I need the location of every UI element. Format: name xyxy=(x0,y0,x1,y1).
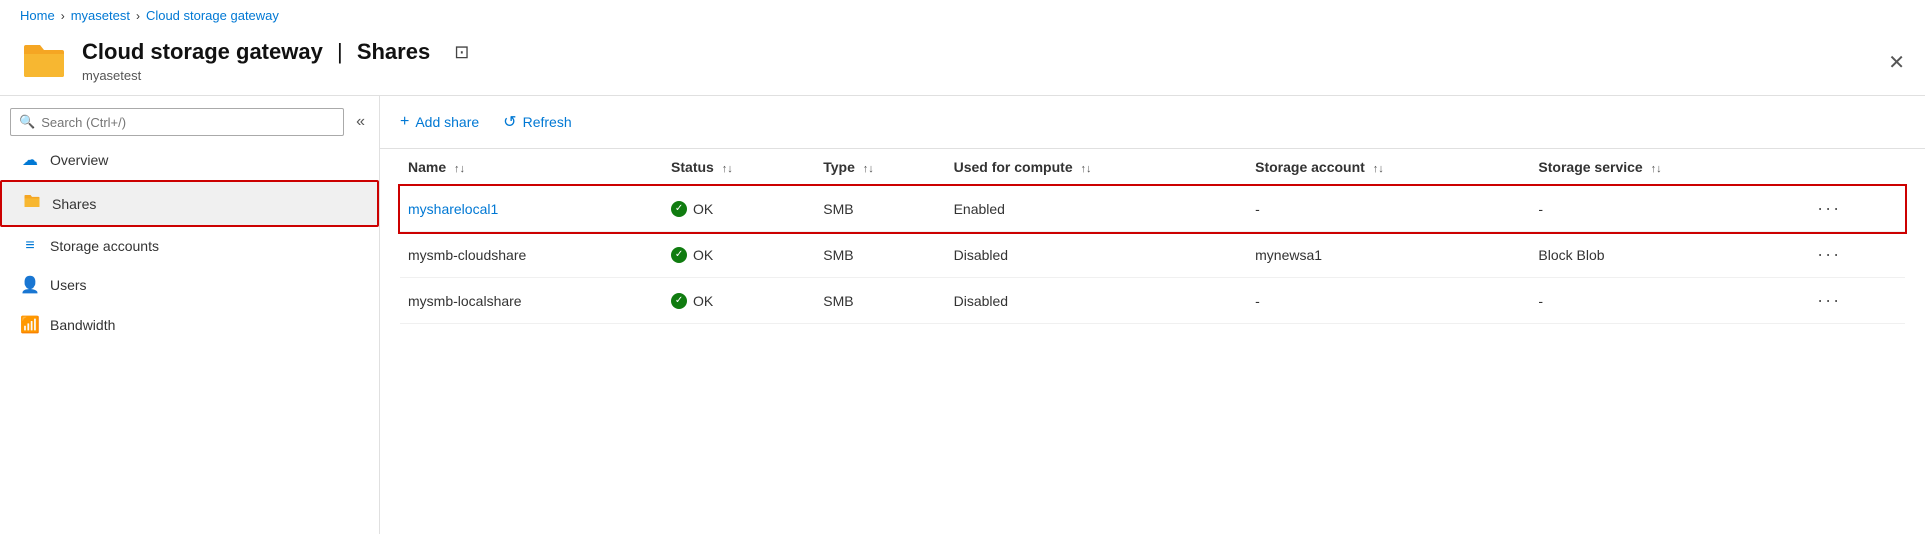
col-storage-service[interactable]: Storage service ↑↓ xyxy=(1530,149,1803,186)
breadcrumb: Home › myasetest › Cloud storage gateway xyxy=(0,0,1925,31)
wifi-icon: 📶 xyxy=(20,315,40,335)
cell-type: SMB xyxy=(815,232,945,278)
ellipsis-button[interactable]: ··· xyxy=(1811,242,1847,267)
refresh-label: Refresh xyxy=(523,114,572,130)
cell-type: SMB xyxy=(815,278,945,324)
table-row[interactable]: mysharelocal1✓OKSMBEnabled--··· xyxy=(400,186,1905,232)
table-row[interactable]: mysmb-localshare✓OKSMBDisabled--··· xyxy=(400,278,1905,324)
content-area: + Add share ↺ Refresh Name ↑↓ S xyxy=(380,96,1925,534)
col-used-for-compute[interactable]: Used for compute ↑↓ xyxy=(946,149,1248,186)
cell-storage-account: - xyxy=(1247,186,1530,232)
add-share-button[interactable]: + Add share xyxy=(400,109,479,135)
sort-name-icon[interactable]: ↑↓ xyxy=(454,163,465,175)
toolbar: + Add share ↺ Refresh xyxy=(380,96,1925,149)
cell-actions[interactable]: ··· xyxy=(1803,278,1905,324)
sidebar-item-shares[interactable]: Shares xyxy=(0,180,379,227)
status-text: OK xyxy=(693,201,713,217)
breadcrumb-current[interactable]: Cloud storage gateway xyxy=(146,8,279,23)
page-header: Cloud storage gateway | Shares ⊡ myasete… xyxy=(0,31,1925,96)
cell-status: ✓ OK xyxy=(663,278,815,324)
page-title: Cloud storage gateway | Shares xyxy=(82,39,430,65)
status-text: OK xyxy=(693,247,713,263)
sort-storage-service-icon[interactable]: ↑↓ xyxy=(1651,163,1662,175)
ellipsis-button[interactable]: ··· xyxy=(1811,196,1847,221)
cloud-icon: ☁ xyxy=(20,150,40,170)
search-icon: 🔍 xyxy=(19,114,35,130)
breadcrumb-resource[interactable]: myasetest xyxy=(71,8,130,23)
col-type[interactable]: Type ↑↓ xyxy=(815,149,945,186)
search-bar-wrap: 🔍 « xyxy=(0,104,379,140)
print-icon[interactable]: ⊡ xyxy=(454,42,469,63)
page-title-group: Cloud storage gateway | Shares ⊡ myasete… xyxy=(82,39,469,82)
cell-storage-service: Block Blob xyxy=(1530,232,1803,278)
col-name[interactable]: Name ↑↓ xyxy=(400,149,663,186)
cell-name: mysharelocal1 xyxy=(400,186,663,232)
table-row[interactable]: mysmb-cloudshare ✓ OK SMBDisabledmynewsa1Bl… xyxy=(400,232,1905,278)
refresh-button[interactable]: ↺ Refresh xyxy=(503,108,571,136)
cell-status: ✓ OK xyxy=(663,186,815,232)
cell-storage-service: - xyxy=(1530,278,1803,324)
search-input[interactable] xyxy=(41,115,335,130)
cell-used-for-compute: Disabled xyxy=(946,278,1248,324)
cell-name: mysmb-localshare xyxy=(400,278,663,324)
ok-icon: ✓ xyxy=(671,293,687,309)
sort-storage-account-icon[interactable]: ↑↓ xyxy=(1373,163,1384,175)
user-icon: 👤 xyxy=(20,275,40,295)
breadcrumb-chevron-2: › xyxy=(136,9,140,23)
sort-type-icon[interactable]: ↑↓ xyxy=(863,163,874,175)
sidebar-item-bandwidth[interactable]: 📶 Bandwidth xyxy=(0,305,379,345)
col-storage-account[interactable]: Storage account ↑↓ xyxy=(1247,149,1530,186)
cell-type: SMB xyxy=(815,186,945,232)
shares-table: Name ↑↓ Status ↑↓ Type ↑↓ Used for com xyxy=(400,149,1905,324)
cell-actions[interactable]: ··· xyxy=(1803,186,1905,232)
cell-storage-account: mynewsa1 xyxy=(1247,232,1530,278)
cell-status: ✓ OK xyxy=(663,232,815,278)
cell-used-for-compute: Disabled xyxy=(946,232,1248,278)
cell-actions[interactable]: ··· xyxy=(1803,232,1905,278)
ok-icon: ✓ xyxy=(671,201,687,217)
cell-used-for-compute: Enabled xyxy=(946,186,1248,232)
breadcrumb-home[interactable]: Home xyxy=(20,8,55,23)
close-button[interactable]: ✕ xyxy=(1888,53,1905,73)
refresh-icon: ↺ xyxy=(503,112,516,132)
main-layout: 🔍 « ☁ Overview Shares ≡ Storage accounts xyxy=(0,96,1925,534)
sidebar-item-users-label: Users xyxy=(50,277,87,293)
sidebar-item-overview-label: Overview xyxy=(50,152,108,168)
add-icon: + xyxy=(400,113,409,131)
folder-nav-icon xyxy=(22,192,42,215)
search-bar[interactable]: 🔍 xyxy=(10,108,344,136)
sidebar: 🔍 « ☁ Overview Shares ≡ Storage accounts xyxy=(0,96,380,534)
title-pipe: | xyxy=(337,39,343,64)
table-header-row: Name ↑↓ Status ↑↓ Type ↑↓ Used for com xyxy=(400,149,1905,186)
cell-storage-account: - xyxy=(1247,278,1530,324)
sidebar-item-bandwidth-label: Bandwidth xyxy=(50,317,115,333)
status-text: OK xyxy=(693,293,713,309)
list-icon: ≡ xyxy=(20,237,40,255)
sidebar-item-storage-accounts[interactable]: ≡ Storage accounts xyxy=(0,227,379,265)
col-actions xyxy=(1803,149,1905,186)
sort-status-icon[interactable]: ↑↓ xyxy=(722,163,733,175)
add-share-label: Add share xyxy=(415,114,479,130)
collapse-button[interactable]: « xyxy=(352,109,369,135)
sidebar-item-users[interactable]: 👤 Users xyxy=(0,265,379,305)
ok-icon: ✓ xyxy=(671,247,687,263)
sidebar-item-shares-label: Shares xyxy=(52,196,96,212)
breadcrumb-chevron-1: › xyxy=(61,9,65,23)
cell-storage-service: - xyxy=(1530,186,1803,232)
sort-compute-icon[interactable]: ↑↓ xyxy=(1081,163,1092,175)
page-subtitle: myasetest xyxy=(82,68,469,83)
sidebar-item-storage-accounts-label: Storage accounts xyxy=(50,238,159,254)
cell-name: mysmb-cloudshare xyxy=(400,232,663,278)
col-status[interactable]: Status ↑↓ xyxy=(663,149,815,186)
sidebar-item-overview[interactable]: ☁ Overview xyxy=(0,140,379,180)
table-wrap: Name ↑↓ Status ↑↓ Type ↑↓ Used for com xyxy=(380,149,1925,534)
ellipsis-button[interactable]: ··· xyxy=(1811,288,1847,313)
folder-icon xyxy=(20,37,68,85)
